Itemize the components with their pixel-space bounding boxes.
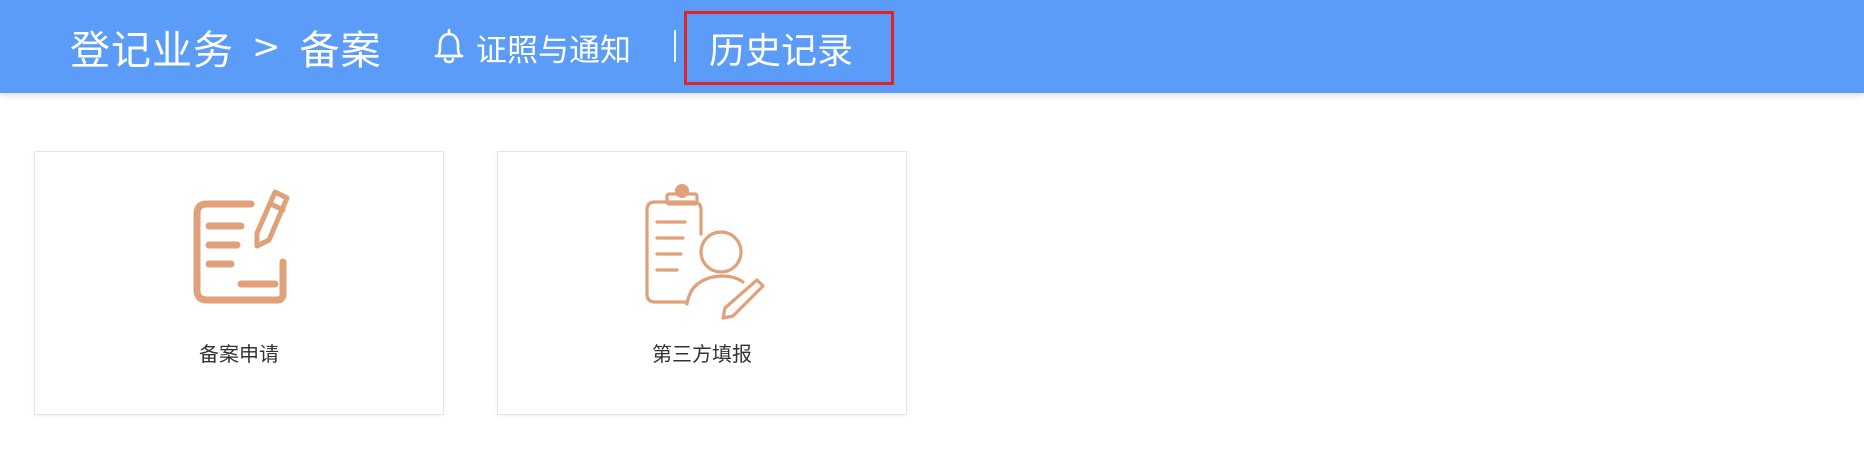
card-label: 备案申请 bbox=[199, 342, 279, 366]
card-label: 第三方填报 bbox=[652, 342, 752, 366]
breadcrumb-current: 备案 bbox=[299, 28, 382, 74]
clipboard-person-icon bbox=[645, 184, 765, 320]
top-header: 登记业务 > 备案 证照与通知 历史记录 bbox=[0, 0, 1864, 93]
bell-icon bbox=[434, 28, 464, 64]
history-tab[interactable]: 历史记录 bbox=[684, 11, 894, 85]
breadcrumb-root[interactable]: 登记业务 bbox=[70, 18, 234, 76]
card-filing-application[interactable]: 备案申请 bbox=[34, 151, 444, 415]
edit-document-icon bbox=[193, 189, 290, 304]
history-label: 历史记录 bbox=[709, 31, 854, 72]
card-third-party-filing[interactable]: 第三方填报 bbox=[497, 151, 907, 415]
header-divider bbox=[674, 30, 676, 62]
notice-label: 证照与通知 bbox=[476, 32, 631, 69]
breadcrumb: 登记业务 > 备案 bbox=[70, 22, 382, 74]
notice-link[interactable]: 证照与通知 bbox=[432, 24, 631, 70]
breadcrumb-separator: > bbox=[252, 27, 282, 67]
